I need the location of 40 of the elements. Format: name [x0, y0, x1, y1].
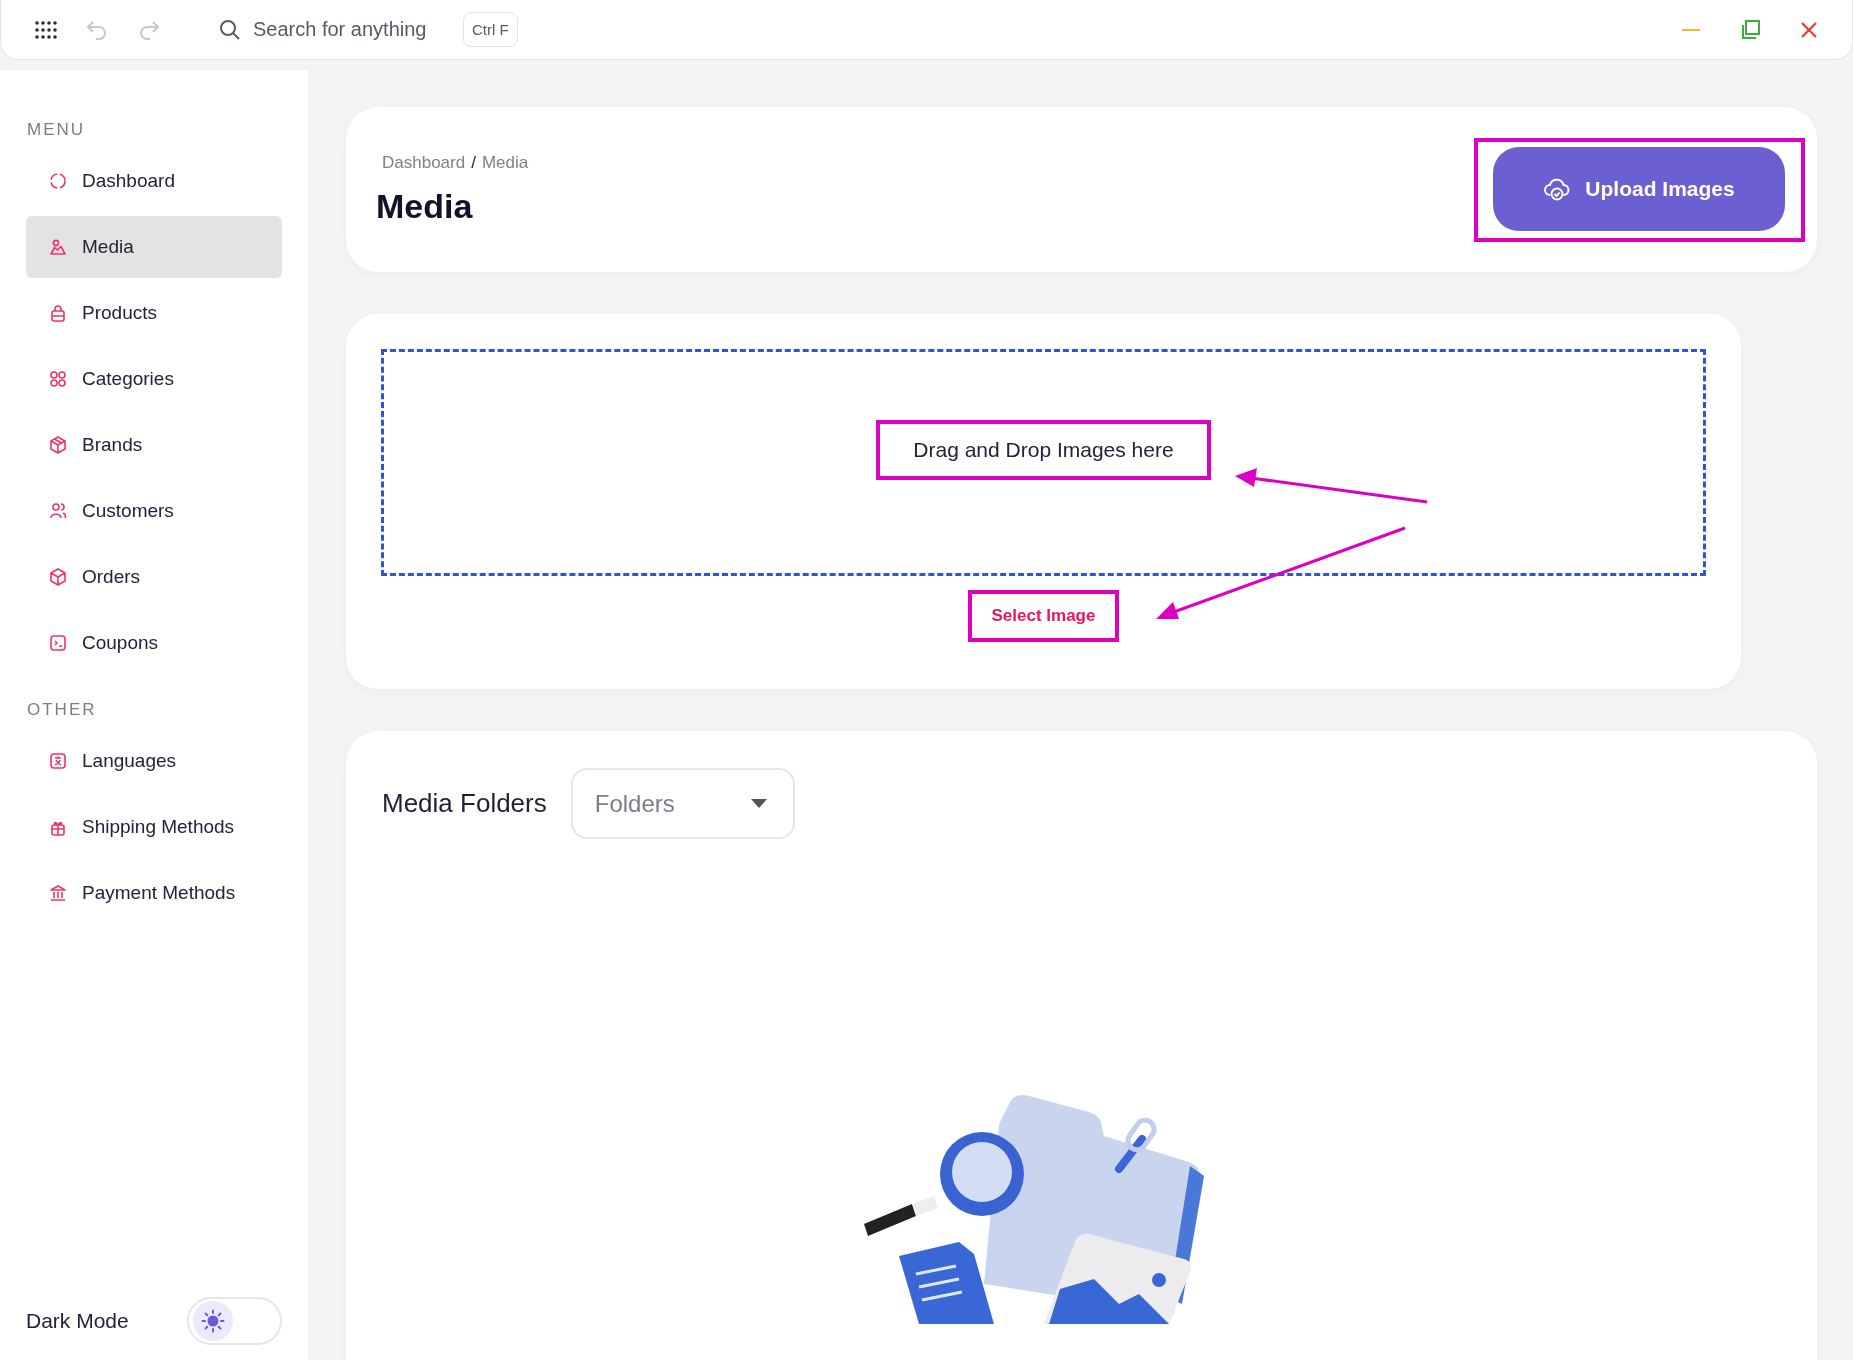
shortcut-key: Ctrl F	[463, 12, 518, 47]
sidebar-item[interactable]: Orders	[26, 546, 282, 608]
search-field[interactable]: Search for anything	[251, 17, 435, 42]
sidebar-item[interactable]: Brands	[26, 414, 282, 476]
sidebar-item[interactable]: Media	[26, 216, 282, 278]
sidebar-item[interactable]: Coupons	[26, 612, 282, 674]
sidebar-item[interactable]: Dashboard	[26, 150, 282, 212]
breadcrumb-separator: /	[471, 153, 476, 173]
dark-mode-toggle[interactable]	[187, 1297, 282, 1345]
sidebar-item[interactable]: Categories	[26, 348, 282, 410]
grid-icon	[48, 369, 68, 389]
upload-button[interactable]: Upload Images	[1493, 146, 1785, 231]
sidebar-item[interactable]: Shipping Methods	[26, 796, 282, 858]
section-label: MENU	[27, 120, 87, 140]
bag-icon	[48, 303, 68, 323]
circle-icon	[48, 171, 68, 191]
translate-icon	[48, 751, 68, 771]
box-icon	[48, 567, 68, 587]
sidebar-item[interactable]: Products	[26, 282, 282, 344]
page-title: Media	[376, 187, 474, 226]
users-icon	[48, 501, 68, 521]
breadcrumb-link[interactable]: Dashboard	[382, 153, 466, 173]
breadcrumb-link[interactable]: Media	[481, 153, 529, 173]
sidebar-item[interactable]: Languages	[26, 730, 282, 792]
section-label: OTHER	[27, 700, 98, 720]
terminal-icon	[48, 633, 68, 653]
sidebar-item[interactable]: Customers	[26, 480, 282, 542]
sun-icon	[201, 1309, 225, 1333]
drop-prompt: Drag and Drop Images here	[912, 436, 1175, 463]
dark-mode-label: Dark Mode	[26, 1309, 129, 1333]
bank-icon	[48, 883, 68, 903]
cube-icon	[48, 435, 68, 455]
search-icon	[219, 18, 241, 41]
drop-area[interactable]: Drag and Drop Images here	[381, 349, 1706, 576]
sidebar-item[interactable]: Payment Methods	[26, 862, 282, 924]
section-title: Media Folders	[382, 788, 547, 819]
image-icon	[48, 237, 68, 257]
caret-icon	[750, 799, 767, 808]
select-image-link[interactable]: Select Image	[989, 602, 1098, 630]
folders-dropdown[interactable]: Folders	[570, 768, 795, 839]
